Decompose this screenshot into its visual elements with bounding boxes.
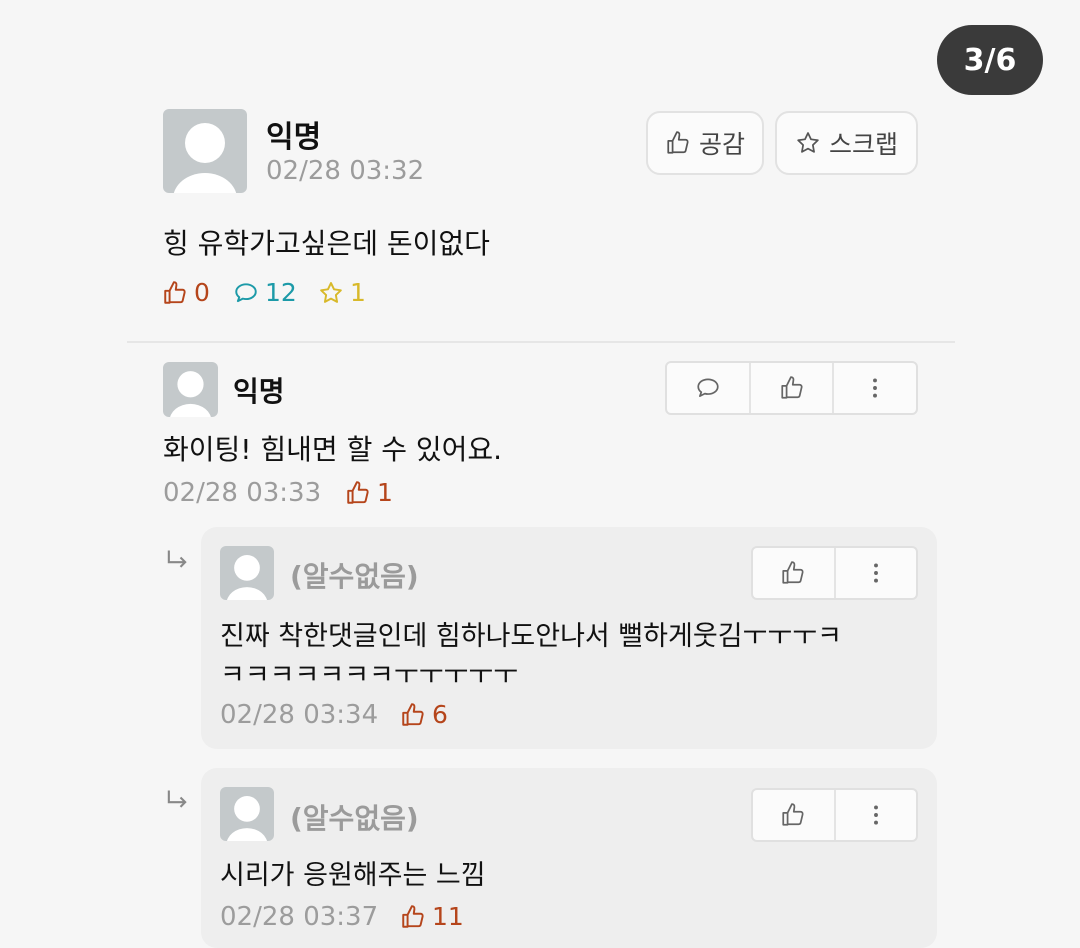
post-author-name: 익명 xyxy=(266,120,322,155)
thumbs-up-icon xyxy=(780,376,803,399)
more-vertical-icon xyxy=(873,563,878,583)
reply-more-button[interactable] xyxy=(833,790,917,840)
reply-like-count: 11 xyxy=(400,902,464,931)
comment-more-button[interactable] xyxy=(832,363,916,413)
reply-author-name: (알수없음) xyxy=(290,560,419,593)
thumbs-up-icon xyxy=(402,904,424,928)
avatar-person-icon xyxy=(170,371,211,417)
thumbs-up-icon xyxy=(782,561,804,584)
like-button-label: 공감 xyxy=(698,130,745,159)
reply-arrow-icon xyxy=(167,790,187,808)
reply-arrow-icon xyxy=(167,550,187,568)
post-divider xyxy=(127,341,955,343)
reply-author-name: (알수없음) xyxy=(290,802,419,835)
reply-content-line1: 시리가 응원해주는 느낌 xyxy=(220,860,486,891)
reply-action-bar xyxy=(751,546,918,600)
thumbs-up-icon xyxy=(164,280,186,304)
post-scrap-count-value: 1 xyxy=(350,278,366,307)
reply-like-button[interactable] xyxy=(753,548,834,598)
reply-timestamp: 02/28 03:34 xyxy=(220,700,379,730)
thumbs-up-icon xyxy=(347,480,369,504)
more-vertical-icon xyxy=(873,378,878,398)
like-button[interactable]: 공감 xyxy=(646,111,764,175)
comment-like-count-value: 1 xyxy=(377,478,393,507)
reply-author-avatar xyxy=(220,787,274,841)
post-author-avatar xyxy=(163,109,247,193)
reply-more-button[interactable] xyxy=(833,548,917,598)
reply-button[interactable] xyxy=(667,363,749,413)
reply-content-line1: 진짜 착한댓글인데 힘하나도안나서 뻘하게웃김ㅜㅜㅜㅋ xyxy=(220,621,842,652)
thumbs-up-icon xyxy=(782,803,804,826)
scrap-button-label: 스크랩 xyxy=(828,130,898,159)
reply-author-avatar xyxy=(220,546,274,600)
reply-like-count-value: 11 xyxy=(432,902,464,931)
speech-bubble-icon xyxy=(235,282,257,302)
page-counter-label: 3/6 xyxy=(963,42,1017,78)
reply-content-line2: ㅋㅋㅋㅋㅋㅋㅋㅜㅜㅜㅜㅜ xyxy=(220,660,519,691)
comment-content: 화이팅! 힘내면 할 수 있어요. xyxy=(163,433,503,466)
comment-author-avatar xyxy=(163,362,218,417)
page-counter-badge: 3/6 xyxy=(937,25,1043,95)
comment-like-button[interactable] xyxy=(748,363,833,413)
scrap-button[interactable]: 스크랩 xyxy=(775,111,918,175)
post-scrap-count: 1 xyxy=(318,278,366,307)
thumbs-up-icon xyxy=(402,702,424,726)
reply-timestamp: 02/28 03:37 xyxy=(220,902,379,932)
comment-author-name: 익명 xyxy=(233,375,285,408)
post-comment-count-value: 12 xyxy=(265,278,297,307)
post-timestamp: 02/28 03:32 xyxy=(266,156,425,186)
star-icon xyxy=(320,281,342,303)
post-content: 힝 유학가고싶은데 돈이없다 xyxy=(163,227,490,260)
speech-bubble-icon xyxy=(697,378,719,397)
avatar-person-icon xyxy=(173,123,237,193)
comment-action-bar xyxy=(665,361,918,415)
post-like-count: 0 xyxy=(162,278,210,307)
more-vertical-icon xyxy=(873,805,878,825)
avatar-person-icon xyxy=(226,796,268,841)
reply-like-button[interactable] xyxy=(753,790,834,840)
reply-like-count-value: 6 xyxy=(432,700,448,729)
avatar-person-icon xyxy=(226,555,268,600)
comment-timestamp: 02/28 03:33 xyxy=(163,478,322,508)
post-like-count-value: 0 xyxy=(194,278,210,307)
reply-action-bar xyxy=(751,788,918,842)
post-comment-count: 12 xyxy=(233,278,297,307)
thumbs-up-icon xyxy=(667,131,689,154)
reply-like-count: 6 xyxy=(400,700,448,729)
comment-like-count: 1 xyxy=(345,478,393,507)
star-icon xyxy=(797,132,819,153)
